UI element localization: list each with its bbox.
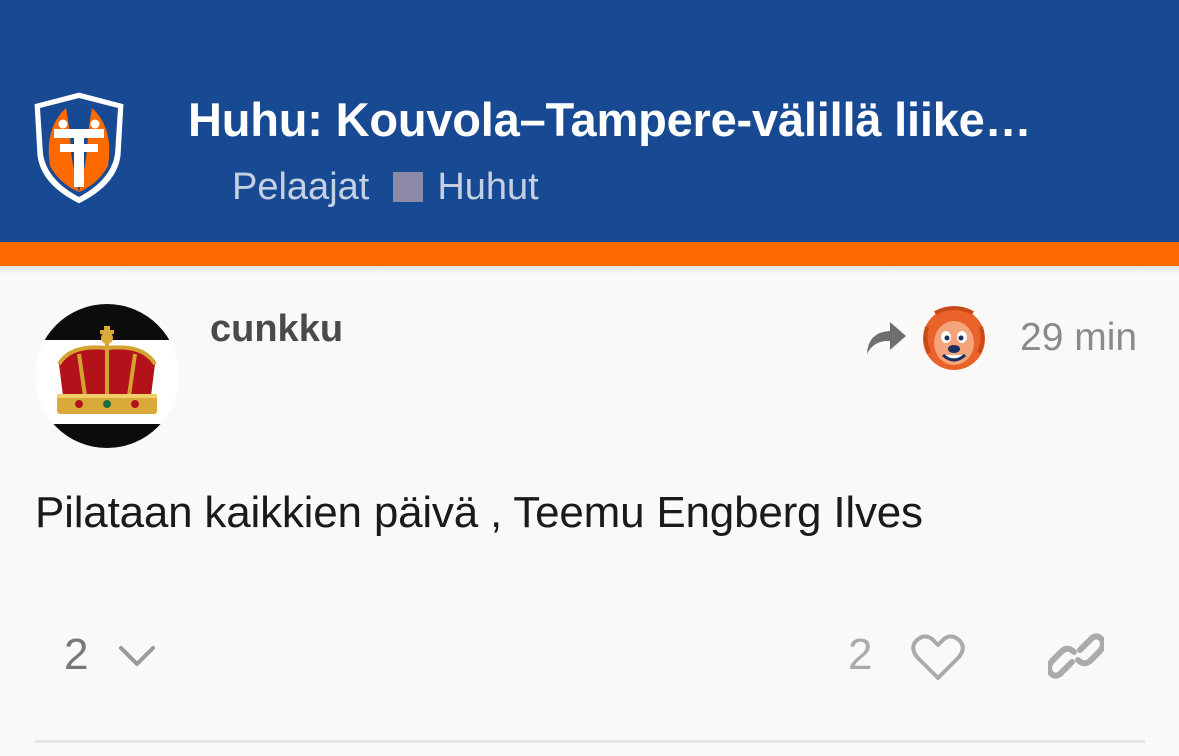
link-icon[interactable] (1048, 632, 1104, 680)
replies-count: 2 (64, 630, 89, 679)
post-body: Pilataan kaikkien päivä , Teemu Engberg … (35, 488, 923, 537)
author-avatar[interactable] (35, 304, 179, 448)
crown-icon (35, 304, 179, 448)
heart-icon[interactable] (910, 632, 966, 682)
category-color-badge (393, 172, 424, 202)
breadcrumb-subcategory[interactable]: Huhut (437, 166, 538, 209)
club-logo-icon[interactable] (30, 88, 128, 208)
breadcrumb: Pelaajat Huhut (232, 164, 539, 210)
topic-header: Huhu: Kouvola–Tampere-välillä liike… Pel… (0, 0, 1179, 242)
lion-mascot-avatar[interactable] (921, 305, 987, 373)
header-accent-stripe (0, 242, 1179, 266)
author-username[interactable]: cunkku (210, 308, 343, 351)
breadcrumb-category[interactable]: Pelaajat (232, 166, 369, 209)
header-shadow (0, 266, 1179, 274)
chevron-down-icon (119, 646, 155, 666)
post-divider (35, 740, 1145, 743)
share-arrow-icon[interactable] (864, 318, 908, 358)
topic-title[interactable]: Huhu: Kouvola–Tampere-välillä liike… (188, 92, 1148, 147)
like-count[interactable]: 2 (848, 630, 872, 680)
post-time[interactable]: 29 min (1020, 316, 1137, 360)
